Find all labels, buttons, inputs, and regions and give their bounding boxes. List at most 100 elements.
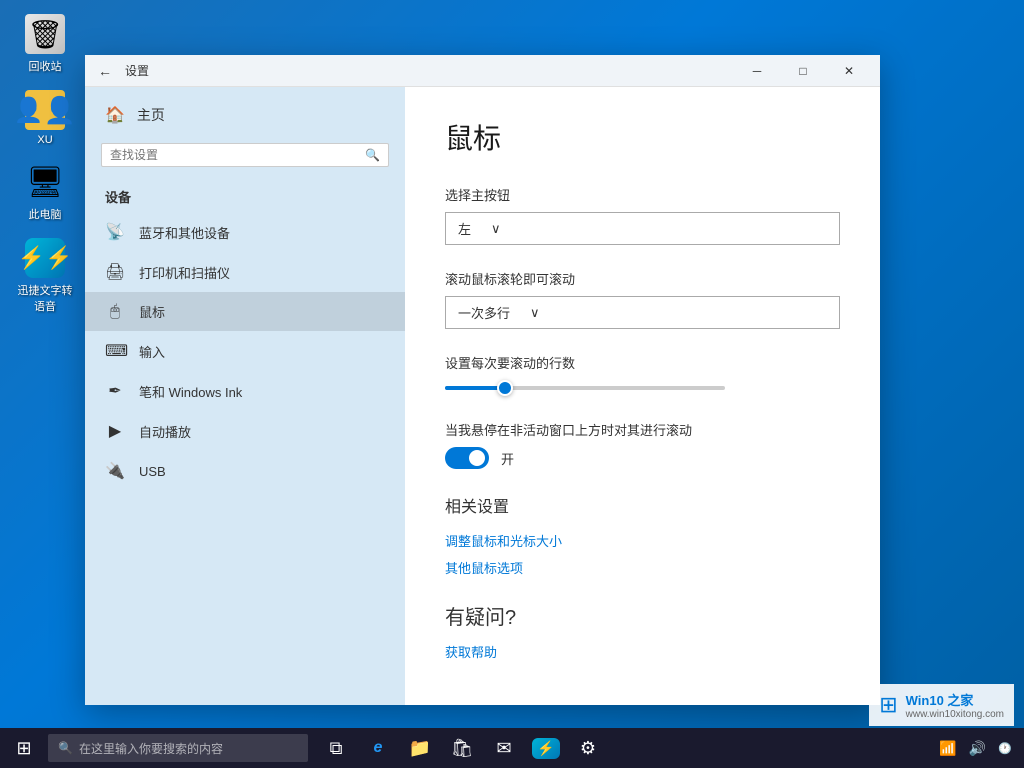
cursor-size-link[interactable]: 调整鼠标和光标大小: [445, 531, 840, 550]
sidebar-item-input[interactable]: ⌨ 输入: [85, 331, 405, 371]
recycle-bin-icon[interactable]: 回收站: [10, 10, 80, 78]
scroll-value: 一次多行: [458, 303, 510, 322]
explorer-icon: 📁: [409, 738, 431, 759]
scroll-dropdown[interactable]: 一次多行 ∨: [445, 296, 840, 329]
sidebar-item-mouse-label: 鼠标: [139, 302, 165, 321]
start-button[interactable]: ⊞: [0, 728, 48, 768]
explorer-button[interactable]: 📁: [400, 728, 440, 768]
back-button[interactable]: ←: [93, 59, 117, 83]
lines-section: 设置每次要滚动的行数: [445, 353, 840, 396]
taskbar-app-button[interactable]: ⚡: [526, 728, 566, 768]
related-settings-title: 相关设置: [445, 493, 840, 517]
user-label: XU: [37, 134, 52, 146]
taskbar-app-icons: ⧉ e 📁 🛍 ✉ ⚡ ⚙: [316, 728, 608, 768]
computer-image: 🖥: [25, 162, 65, 202]
desktop-icons-area: 回收站 👤 XU 🖥 此电脑 ⚡ 迅捷文字转语音: [10, 10, 80, 318]
app-label: 迅捷文字转语音: [14, 282, 76, 314]
clock[interactable]: 🕐: [994, 740, 1016, 757]
sidebar-item-autoplay[interactable]: ▶ 自动播放: [85, 411, 405, 451]
back-icon: ←: [98, 63, 112, 79]
window-controls: ─ □ ✕: [734, 55, 872, 87]
system-tray: 📶 🔊 🕐: [927, 738, 1024, 759]
primary-button-label: 选择主按钮: [445, 185, 840, 204]
taskbar-search-icon: 🔍: [58, 741, 73, 755]
lines-slider-track[interactable]: [445, 386, 725, 390]
slider-thumb[interactable]: [497, 380, 513, 396]
help-title: 有疑问?: [445, 601, 840, 630]
store-button[interactable]: 🛍: [442, 728, 482, 768]
settings-sidebar: 🏠 主页 🔍 设备 📡 蓝牙和其他设备 🖨 打印机和扫描仪 🖱: [85, 87, 405, 705]
store-icon: 🛍: [451, 738, 474, 759]
page-title: 鼠标: [445, 117, 840, 157]
app-icon[interactable]: ⚡ 迅捷文字转语音: [10, 234, 80, 318]
close-icon: ✕: [844, 64, 854, 78]
title-bar-nav: ← 设置: [93, 59, 734, 83]
sidebar-item-pen[interactable]: ✒ 笔和 Windows Ink: [85, 371, 405, 411]
mail-button[interactable]: ✉: [484, 728, 524, 768]
keyboard-icon: ⌨: [105, 341, 125, 361]
toggle-state-text: 开: [501, 449, 514, 468]
sidebar-section-title: 设备: [85, 175, 405, 212]
mouse-icon: 🖱: [105, 303, 125, 321]
watermark-url: www.win10xitong.com: [906, 709, 1004, 720]
usb-icon: 🔌: [105, 461, 125, 481]
taskbar-search-text: 在这里输入你要搜索的内容: [79, 740, 223, 757]
search-icon: 🔍: [365, 148, 380, 162]
minimize-icon: ─: [753, 64, 762, 78]
mail-icon: ✉: [496, 738, 511, 759]
settings-icon: ⚙: [580, 738, 596, 759]
scroll-label: 滚动鼠标滚轮即可滚动: [445, 269, 840, 288]
printer-icon: 🖨: [105, 262, 125, 282]
settings-window: ← 设置 ─ □ ✕ 🏠 主页: [85, 55, 880, 705]
get-help-link[interactable]: 获取帮助: [445, 642, 840, 661]
sidebar-item-bluetooth[interactable]: 📡 蓝牙和其他设备: [85, 212, 405, 252]
content-panel: 鼠标 选择主按钮 左 ∨ 滚动鼠标滚轮即可滚动 一次多行 ∨: [405, 87, 880, 705]
taskbar-right: 📶 🔊 🕐: [927, 738, 1024, 759]
help-section: 有疑问? 获取帮助: [445, 601, 840, 661]
volume-icon[interactable]: 🔊: [965, 738, 990, 759]
primary-button-value: 左: [458, 219, 471, 238]
maximize-button[interactable]: □: [780, 55, 826, 87]
autoplay-icon: ▶: [105, 421, 125, 441]
watermark: ⊞ Win10 之家 www.win10xitong.com: [869, 684, 1014, 726]
user-image: 👤: [25, 90, 65, 130]
start-icon: ⊞: [16, 738, 31, 759]
recycle-bin-image: [25, 14, 65, 54]
taskbar: ⊞ 🔍 在这里输入你要搜索的内容 ⧉ e 📁 🛍 ✉ ⚡: [0, 728, 1024, 768]
sidebar-item-mouse[interactable]: 🖱 鼠标: [85, 292, 405, 331]
bluetooth-icon: 📡: [105, 222, 125, 242]
network-icon[interactable]: 📶: [935, 738, 960, 759]
toggle-knob: [469, 450, 485, 466]
sidebar-home-item[interactable]: 🏠 主页: [85, 95, 405, 135]
search-box[interactable]: 🔍: [101, 143, 389, 167]
lines-slider-container: [445, 380, 840, 396]
pen-icon: ✒: [105, 381, 125, 401]
home-label: 主页: [137, 105, 165, 125]
other-mouse-options-link[interactable]: 其他鼠标选项: [445, 558, 840, 577]
minimize-button[interactable]: ─: [734, 55, 780, 87]
user-icon[interactable]: 👤 XU: [10, 86, 80, 150]
sidebar-item-printer[interactable]: 🖨 打印机和扫描仪: [85, 252, 405, 292]
primary-button-arrow: ∨: [491, 221, 501, 237]
sidebar-item-usb[interactable]: 🔌 USB: [85, 451, 405, 491]
computer-icon[interactable]: 🖥 此电脑: [10, 158, 80, 226]
sidebar-item-pen-label: 笔和 Windows Ink: [139, 382, 242, 401]
scroll-arrow: ∨: [530, 305, 540, 321]
desktop: 回收站 👤 XU 🖥 此电脑 ⚡ 迅捷文字转语音 ← 设置 ─: [0, 0, 1024, 768]
title-bar: ← 设置 ─ □ ✕: [85, 55, 880, 87]
primary-button-dropdown[interactable]: 左 ∨: [445, 212, 840, 245]
inactive-toggle[interactable]: [445, 447, 489, 469]
settings-button[interactable]: ⚙: [568, 728, 608, 768]
sidebar-item-input-label: 输入: [139, 342, 165, 361]
related-settings-section: 相关设置 调整鼠标和光标大小 其他鼠标选项: [445, 493, 840, 577]
computer-label: 此电脑: [29, 206, 62, 222]
edge-button[interactable]: e: [358, 728, 398, 768]
taskbar-app-icon: ⚡: [532, 738, 559, 759]
task-view-button[interactable]: ⧉: [316, 728, 356, 768]
scroll-section: 滚动鼠标滚轮即可滚动 一次多行 ∨: [445, 269, 840, 329]
search-input[interactable]: [110, 148, 359, 162]
primary-button-section: 选择主按钮 左 ∨: [445, 185, 840, 245]
close-button[interactable]: ✕: [826, 55, 872, 87]
inactive-window-section: 当我悬停在非活动窗口上方时对其进行滚动 开: [445, 420, 840, 469]
taskbar-search-box[interactable]: 🔍 在这里输入你要搜索的内容: [48, 734, 308, 762]
